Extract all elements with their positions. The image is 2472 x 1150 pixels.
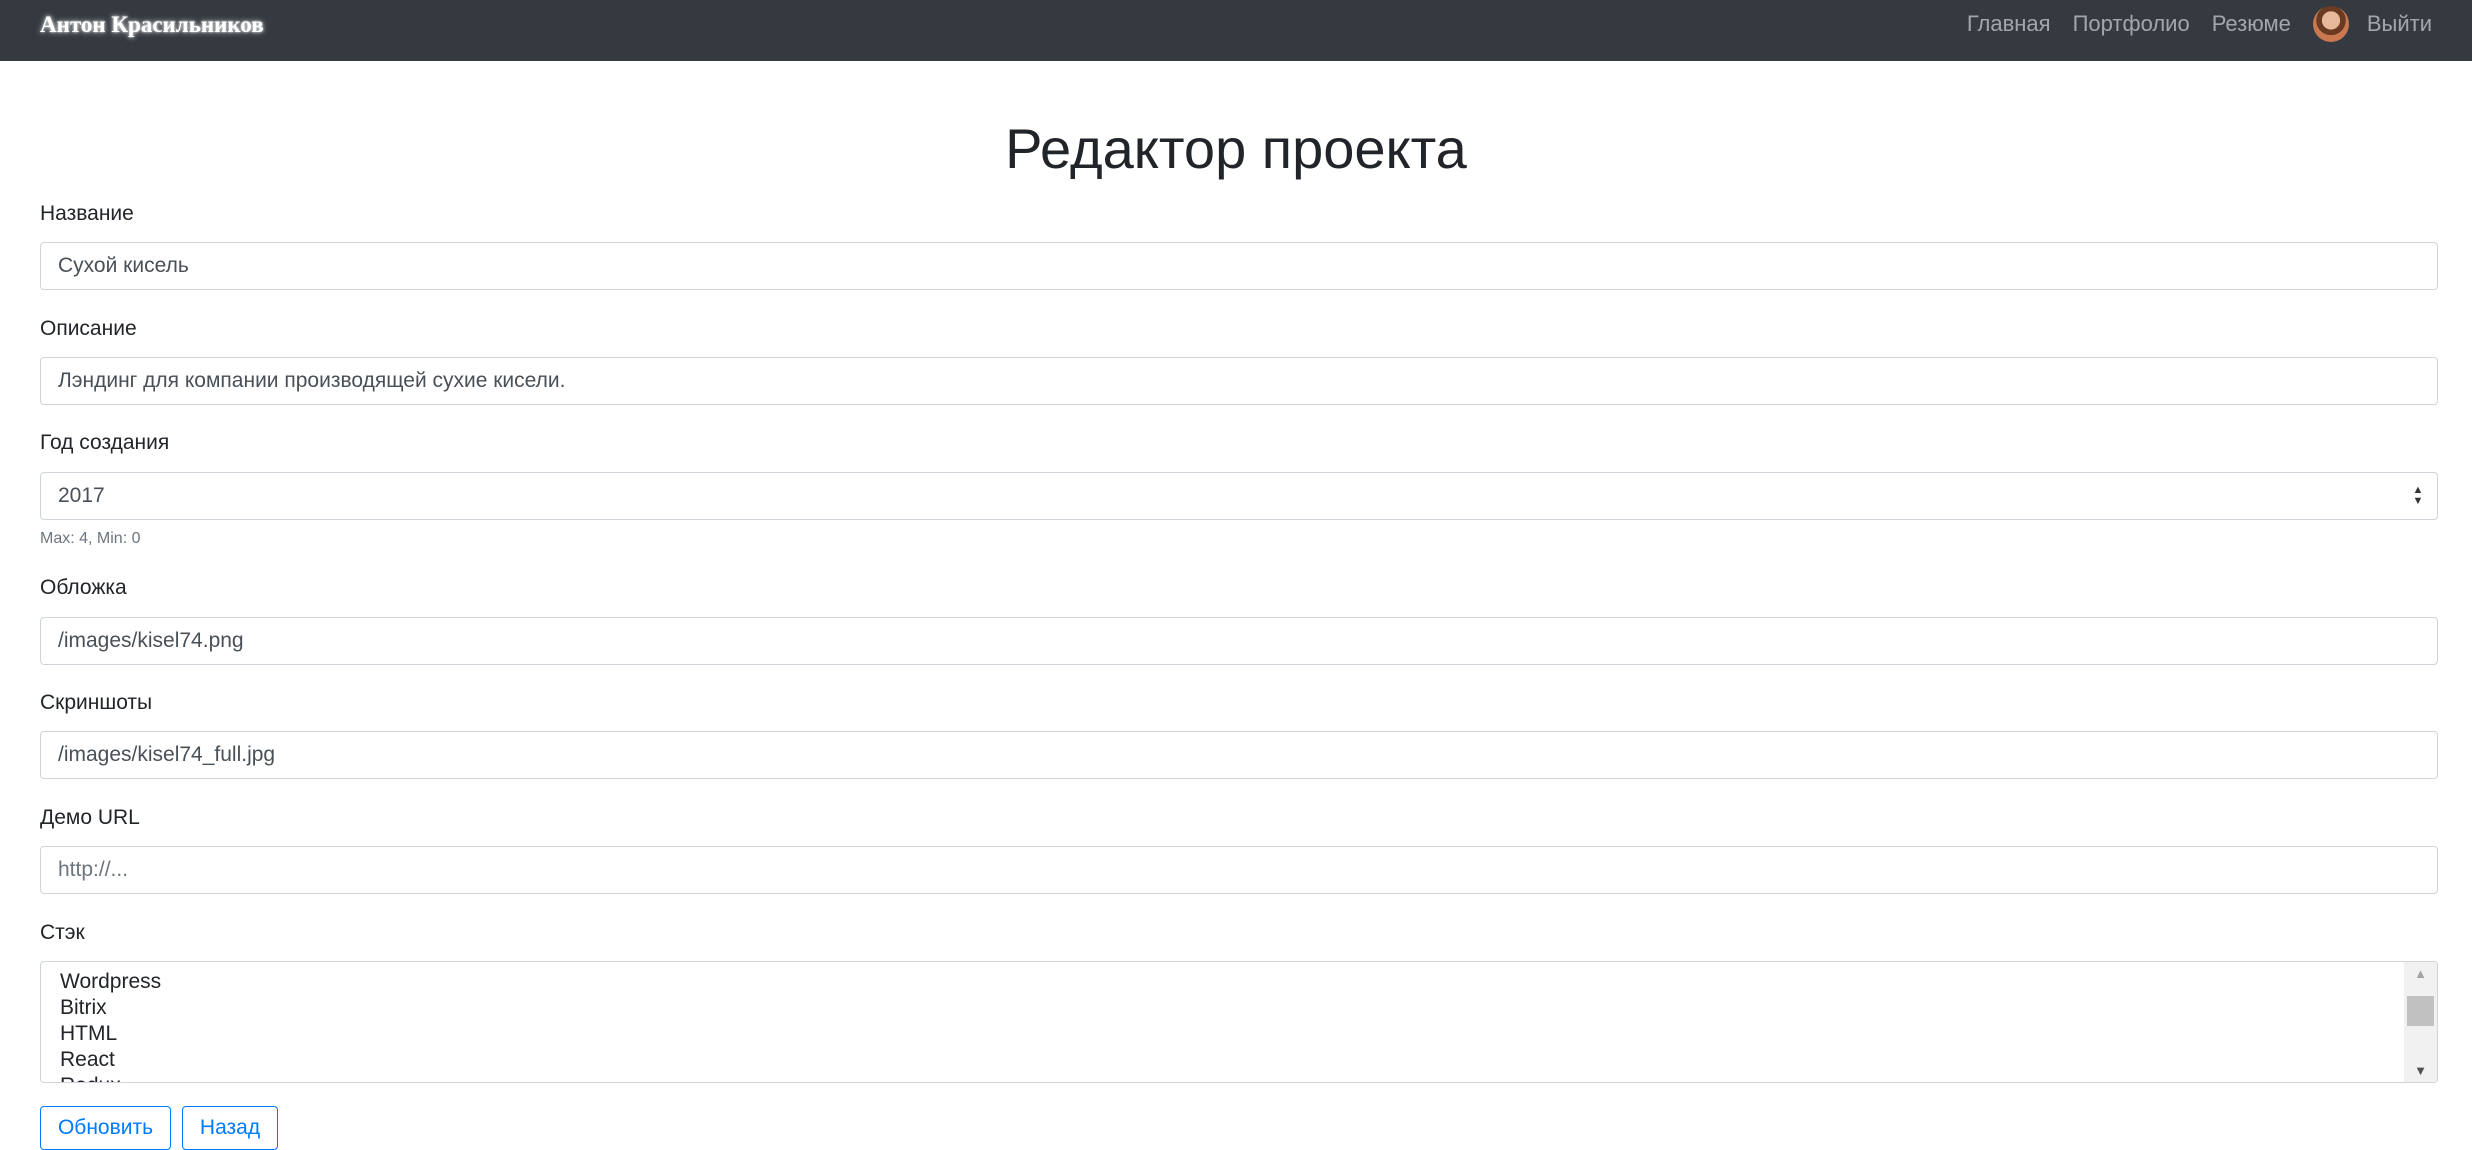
demo-url-input[interactable]: http://...	[40, 846, 2438, 894]
nav-link-portfolio[interactable]: Портфолио	[2073, 11, 2190, 37]
stack-option[interactable]: Wordpress	[60, 970, 161, 994]
screenshots-label: Скриншоты	[40, 691, 153, 714]
brand-name[interactable]: Антон Красильников	[40, 12, 264, 38]
page-title: Редактор проекта	[1005, 117, 1467, 180]
navbar: Антон Красильников Главная Портфолио Рез…	[0, 0, 2472, 61]
stack-option[interactable]: HTML	[60, 1022, 117, 1046]
stack-option[interactable]: Bitrix	[60, 996, 107, 1020]
avatar	[2312, 6, 2349, 42]
logout-link[interactable]: Выйти	[2367, 11, 2432, 37]
nav-link-home[interactable]: Главная	[1967, 11, 2051, 37]
stack-option[interactable]: React	[60, 1048, 115, 1072]
name-input[interactable]: Сухой кисель	[40, 242, 2438, 290]
year-label: Год создания	[40, 431, 170, 454]
update-button[interactable]: Обновить	[40, 1106, 171, 1150]
back-button[interactable]: Назад	[182, 1106, 278, 1150]
nav-links: Главная Портфолио Резюме Выйти	[1945, 0, 2432, 48]
demo-url-label: Демо URL	[40, 806, 140, 829]
name-label: Название	[40, 202, 134, 225]
stack-scrollbar[interactable]: ▲ ▼	[2404, 962, 2437, 1082]
description-input[interactable]: Лэндинг для компании производящей сухие …	[40, 357, 2438, 405]
scroll-up-arrow-icon[interactable]: ▲	[2404, 966, 2437, 981]
year-hint: Max: 4, Min: 0	[40, 530, 141, 547]
stack-label: Стэк	[40, 921, 85, 944]
stack-option[interactable]: Redux	[60, 1074, 121, 1082]
number-spinner[interactable]: ▲ ▼	[2411, 485, 2425, 507]
screenshots-input[interactable]: /images/kisel74_full.jpg	[40, 731, 2438, 779]
scroll-down-arrow-icon[interactable]: ▼	[2404, 1063, 2437, 1078]
stack-select[interactable]: Wordpress Bitrix HTML React Redux ▲ ▼	[40, 961, 2438, 1083]
year-input[interactable]: 2017 ▲ ▼	[40, 472, 2438, 520]
scroll-thumb[interactable]	[2407, 996, 2434, 1026]
description-label: Описание	[40, 317, 137, 340]
year-value: 2017	[58, 484, 105, 507]
nav-link-resume[interactable]: Резюме	[2212, 11, 2291, 37]
cover-label: Обложка	[40, 576, 127, 599]
cover-input[interactable]: /images/kisel74.png	[40, 617, 2438, 665]
